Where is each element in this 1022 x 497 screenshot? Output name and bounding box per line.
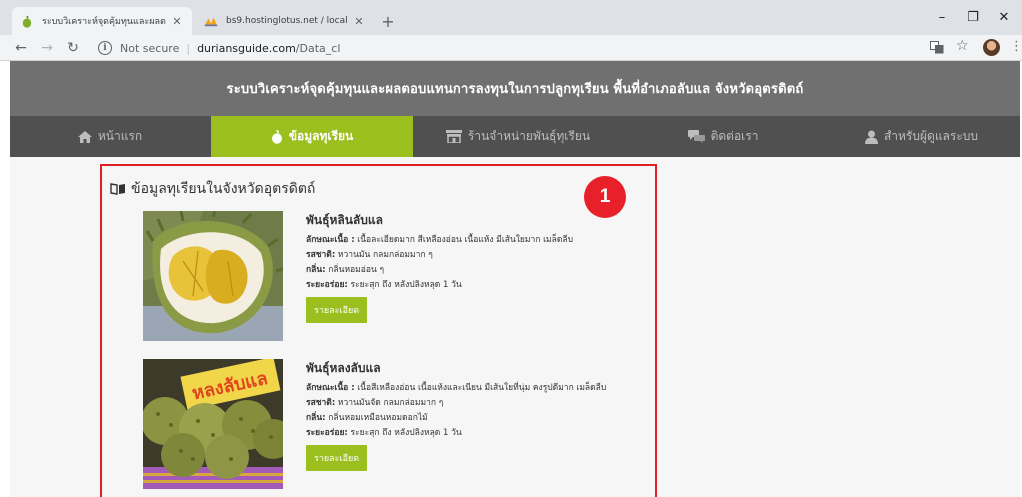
durian-favicon-icon xyxy=(20,14,34,28)
durian-photo xyxy=(143,211,283,341)
durian-name: พันธุ์หลินลับแล xyxy=(306,213,383,227)
durian-name: พันธุ์หลงลับแล xyxy=(306,361,381,375)
browser-tab-active[interactable]: ระบบวิเคราะห์จุดคุ้มทุนและผลตอบแทน ✕ xyxy=(12,7,192,35)
smell-line: กลิ่น: กลิ่นหอมเหมือนหอมดอกไม้ xyxy=(306,413,616,423)
forward-icon[interactable]: → xyxy=(38,39,56,57)
nav-label: สำหรับผู้ดูแลระบบ xyxy=(883,129,979,143)
durian-info: พันธุ์หลงลับแล ลักษณะเนื้อ : เนื้อสีเหลื… xyxy=(306,359,616,471)
section-heading: ข้อมูลทุเรียนในจังหวัดอุตรดิตถ์ xyxy=(110,178,315,200)
duration-value: ระยะสุก ถึง หลังปลิงหลุด 1 วัน xyxy=(350,280,462,290)
smell-line: กลิ่น: กลิ่นหอมอ่อน ๆ xyxy=(306,265,616,275)
duration-line: ระยะอร่อย: ระยะสุก ถึง หลังปลิงหลุด 1 วั… xyxy=(306,428,616,438)
browser-tab-strip: ระบบวิเคราะห์จุดคุ้มทุนและผลตอบแทน ✕ bs9… xyxy=(0,0,1022,35)
nav-item-admin[interactable]: สำหรับผู้ดูแลระบบ xyxy=(823,116,1020,157)
smell-value: กลิ่นหอมเหมือนหอมดอกไม้ xyxy=(328,413,428,423)
home-icon xyxy=(77,130,92,143)
durian-info: พันธุ์หลินลับแล ลักษณะเนื้อ : เนื้อละเอี… xyxy=(306,211,616,323)
durian-photo: หลงลับแล xyxy=(143,359,283,489)
minimize-icon[interactable]: – xyxy=(932,10,952,25)
smell-value: กลิ่นหอมอ่อน ๆ xyxy=(328,265,385,275)
tab-close-icon[interactable]: ✕ xyxy=(170,15,184,28)
nav-item-home[interactable]: หน้าแรก xyxy=(10,116,210,157)
taste-value: หวานมันจัด กลมกล่อมมาก ๆ xyxy=(337,398,444,408)
texture-line: ลักษณะเนื้อ : เนื้อละเอียดมาก สีเหลืองอ่… xyxy=(306,235,616,245)
restore-icon[interactable]: ❐ xyxy=(963,10,983,25)
texture-label: ลักษณะเนื้อ : xyxy=(306,383,355,393)
book-icon xyxy=(110,183,126,195)
site-title: ระบบวิเคราะห์จุดคุ้มทุนและผลตอบแทนการลงท… xyxy=(226,82,804,97)
tab-title: bs9.hostinglotus.net / localhost / xyxy=(226,16,348,26)
tab-close-icon[interactable]: ✕ xyxy=(352,15,366,28)
duration-label: ระยะอร่อย: xyxy=(306,280,348,290)
url-domain: duriansguide.com xyxy=(197,41,296,55)
url-path: /Data_cl xyxy=(295,41,341,55)
new-tab-button[interactable]: + xyxy=(378,12,398,32)
texture-value: เนื้อละเอียดมาก สีเหลืองอ่อน เนื้อแห้ง ม… xyxy=(357,235,573,245)
phpmyadmin-favicon-icon xyxy=(204,14,218,28)
duration-label: ระยะอร่อย: xyxy=(306,428,348,438)
taste-label: รสชาติ: xyxy=(306,398,336,408)
taste-line: รสชาติ: หวานมัน กลมกล่อมมาก ๆ xyxy=(306,250,616,260)
shop-icon xyxy=(445,130,462,143)
reload-icon[interactable]: ↻ xyxy=(64,39,82,57)
texture-label: ลักษณะเนื้อ : xyxy=(306,235,355,245)
durian-icon xyxy=(271,129,283,144)
site-header: ระบบวิเคราะห์จุดคุ้มทุนและผลตอบแทนการลงท… xyxy=(10,61,1020,116)
browser-tab[interactable]: bs9.hostinglotus.net / localhost / ✕ xyxy=(196,7,374,35)
window-close-icon[interactable]: ✕ xyxy=(994,10,1014,25)
duration-value: ระยะสุก ถึง หลังปลิงหลุด 1 วัน xyxy=(350,428,462,438)
main-nav: หน้าแรก ข้อมูลทุเรียน ร้านจำหน่ายพันธุ์ท… xyxy=(10,116,1020,157)
texture-value: เนื้อสีเหลืองอ่อน เนื้อแห้งและเนียน มีเส… xyxy=(357,383,607,393)
section-title: ข้อมูลทุเรียนในจังหวัดอุตรดิตถ์ xyxy=(131,181,316,197)
nav-label: ติดต่อเรา xyxy=(710,129,759,143)
taste-value: หวานมัน กลมกล่อมมาก ๆ xyxy=(337,250,433,260)
back-icon[interactable]: ← xyxy=(12,39,30,57)
nav-item-durian-info[interactable]: ข้อมูลทุเรียน xyxy=(211,116,413,157)
user-icon xyxy=(864,130,878,144)
profile-avatar[interactable] xyxy=(983,39,1000,56)
smell-label: กลิ่น: xyxy=(306,265,326,275)
texture-line: ลักษณะเนื้อ : เนื้อสีเหลืองอ่อน เนื้อแห้… xyxy=(306,383,616,393)
nav-item-contact[interactable]: ติดต่อเรา xyxy=(623,116,823,157)
bookmark-star-icon[interactable]: ☆ xyxy=(956,38,969,54)
nav-label: ร้านจำหน่ายพันธุ์ทุเรียน xyxy=(467,129,591,143)
details-button[interactable]: รายละเอียด xyxy=(306,297,368,323)
url-field[interactable]: i Not secure | duriansguide.com /Data_cl xyxy=(98,37,918,59)
duration-line: ระยะอร่อย: ระยะสุก ถึง หลังปลิงหลุด 1 วั… xyxy=(306,280,616,290)
translate-icon[interactable] xyxy=(930,41,944,57)
address-bar: ← → ↻ i Not secure | duriansguide.com /D… xyxy=(0,35,1022,61)
menu-dots-icon[interactable]: ⋮ xyxy=(1010,39,1022,54)
nav-item-shops[interactable]: ร้านจำหน่ายพันธุ์ทุเรียน xyxy=(413,116,623,157)
url-separator: | xyxy=(186,41,191,55)
tab-title: ระบบวิเคราะห์จุดคุ้มทุนและผลตอบแทน xyxy=(42,17,166,27)
chat-icon xyxy=(687,130,705,143)
taste-label: รสชาติ: xyxy=(306,250,336,260)
nav-label: ข้อมูลทุเรียน xyxy=(288,129,354,143)
details-button[interactable]: รายละเอียด xyxy=(306,445,368,471)
nav-label: หน้าแรก xyxy=(97,129,143,143)
info-icon[interactable]: i xyxy=(98,41,112,55)
smell-label: กลิ่น: xyxy=(306,413,326,423)
security-label: Not secure xyxy=(120,41,180,55)
taste-line: รสชาติ: หวานมันจัด กลมกล่อมมาก ๆ xyxy=(306,398,616,408)
